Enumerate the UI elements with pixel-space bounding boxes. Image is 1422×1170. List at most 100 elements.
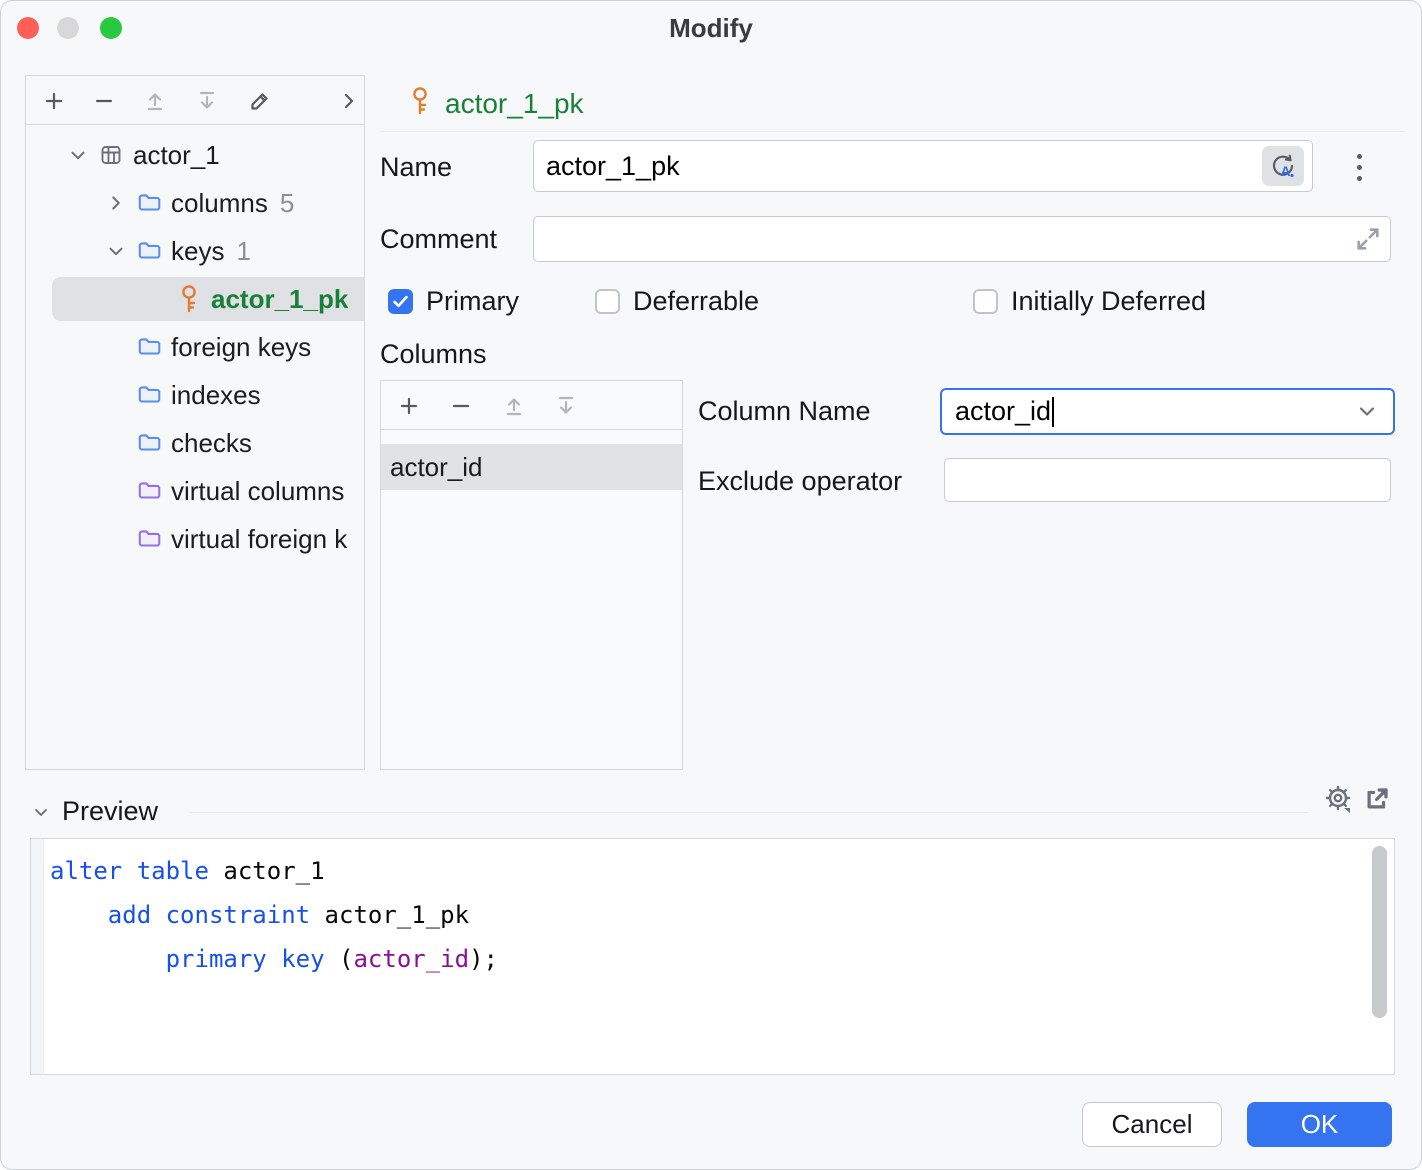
modify-dialog: Modify actor_1columns 5 keys1 actor_1_pkfor… (0, 0, 1422, 1170)
preview-rule (190, 812, 1308, 813)
chevron-spacer (104, 431, 128, 455)
remove-button[interactable] (443, 389, 479, 423)
column-name-value: actor_id (955, 396, 1051, 427)
cancel-button[interactable]: Cancel (1082, 1102, 1222, 1147)
folder-blue-icon (136, 334, 162, 360)
chevron-spacer (104, 335, 128, 359)
move-down-icon (554, 394, 578, 418)
move-down-button[interactable] (548, 389, 584, 423)
tree-item-label: actor_1 (133, 140, 220, 171)
checkbox-checked-icon[interactable] (388, 289, 413, 314)
comment-label: Comment (380, 224, 497, 255)
exclude-operator-input[interactable] (944, 458, 1391, 502)
tree-item-label: actor_1_pk (211, 284, 348, 315)
move-up-button[interactable] (496, 389, 532, 423)
folder-blue-icon (136, 382, 162, 408)
move-down-button[interactable] (189, 84, 225, 118)
sql-code-line: alter table actor_1 (50, 849, 498, 893)
object-tree: actor_1columns 5 keys1 actor_1_pkforeign ke… (26, 131, 364, 769)
columns-list-item[interactable]: actor_id (381, 444, 682, 490)
checkbox-label: Primary (426, 286, 519, 317)
tree-item-label: checks (171, 428, 252, 459)
header-separator (380, 131, 1406, 132)
comment-field-wrap (533, 216, 1391, 262)
minus-icon (92, 89, 116, 113)
gear-settings-icon[interactable] (1322, 784, 1356, 818)
checkbox-row: Primary Deferrable Initially Deferred (380, 286, 1406, 322)
edit-button[interactable] (242, 84, 278, 118)
tree-item-virtual-columns[interactable]: virtual columns (26, 467, 364, 515)
key-icon (176, 286, 202, 312)
tree-item-label: columns (171, 188, 268, 219)
tree-item-label: indexes (171, 380, 261, 411)
more-button[interactable] (331, 84, 367, 118)
plus-icon (397, 394, 421, 418)
tree-toolbar (26, 76, 364, 125)
object-tree-panel: actor_1columns 5 keys1 actor_1_pkforeign ke… (25, 75, 365, 770)
name-input[interactable] (533, 140, 1313, 192)
sql-code: alter table actor_1 add constraint actor… (50, 849, 498, 981)
checkbox-unchecked-icon[interactable] (973, 289, 998, 314)
sql-preview-editor[interactable]: alter table actor_1 add constraint actor… (30, 838, 1395, 1075)
table-icon (98, 142, 124, 168)
pencil-icon (248, 89, 272, 113)
checkbox-initially-deferred[interactable]: Initially Deferred (973, 286, 1206, 317)
columns-toolbar (381, 381, 682, 430)
column-name-label: Column Name (698, 396, 871, 427)
minus-icon (449, 394, 473, 418)
open-in-editor-icon[interactable] (1360, 785, 1392, 817)
move-up-icon (143, 89, 167, 113)
folder-purple-icon (136, 478, 162, 504)
tree-item-actor_1_pk[interactable]: actor_1_pk (26, 275, 364, 323)
preview-label: Preview (62, 796, 158, 827)
checkbox-primary[interactable]: Primary (388, 286, 519, 317)
rename-refactor-button[interactable]: A (1262, 146, 1304, 186)
columns-list: actor_id (381, 431, 682, 769)
key-icon (408, 86, 432, 121)
window-title: Modify (0, 13, 1422, 44)
ok-button[interactable]: OK (1247, 1102, 1392, 1147)
tree-item-label: virtual columns (171, 476, 344, 507)
folder-blue-icon (136, 238, 162, 264)
chevron-down-icon[interactable] (104, 239, 128, 263)
columns-panel: actor_id (380, 380, 683, 770)
tree-item-columns[interactable]: columns 5 (26, 179, 364, 227)
move-down-icon (195, 89, 219, 113)
scrollbar-thumb[interactable] (1372, 846, 1387, 1018)
editor-gutter (31, 839, 44, 1074)
text-cursor (1052, 397, 1054, 427)
checkbox-unchecked-icon[interactable] (595, 289, 620, 314)
object-title: actor_1_pk (445, 88, 584, 120)
folder-purple-icon (136, 526, 162, 552)
checkbox-label: Deferrable (633, 286, 759, 317)
tree-item-count: 5 (280, 188, 294, 219)
sql-code-line: primary key (actor_id); (50, 937, 498, 981)
sql-code-line: add constraint actor_1_pk (50, 893, 498, 937)
column-name-combobox[interactable]: actor_id (940, 388, 1395, 435)
chevron-down-icon[interactable] (1355, 399, 1381, 425)
plus-icon (42, 89, 66, 113)
tree-item-checks[interactable]: checks (26, 419, 364, 467)
tree-item-indexes[interactable]: indexes (26, 371, 364, 419)
exclude-operator-label: Exclude operator (698, 466, 902, 497)
tree-item-actor_1[interactable]: actor_1 (26, 131, 364, 179)
add-button[interactable] (36, 84, 72, 118)
checkbox-deferrable[interactable]: Deferrable (595, 286, 759, 317)
folder-blue-icon (136, 190, 162, 216)
comment-input[interactable] (534, 217, 1390, 261)
move-up-icon (502, 394, 526, 418)
tree-item-foreign-keys[interactable]: foreign keys (26, 323, 364, 371)
chevron-spacer (104, 527, 128, 551)
tree-item-virtual-foreign-k[interactable]: virtual foreign k (26, 515, 364, 563)
tree-item-label: keys (171, 236, 224, 267)
move-up-button[interactable] (137, 84, 173, 118)
expand-editor-icon[interactable] (1354, 225, 1382, 253)
preview-collapse-chevron-icon[interactable] (30, 802, 52, 824)
chevron-right-icon[interactable] (104, 191, 128, 215)
add-button[interactable] (391, 389, 427, 423)
chevron-spacer (104, 479, 128, 503)
tree-item-keys[interactable]: keys1 (26, 227, 364, 275)
kebab-menu-button[interactable] (1348, 147, 1370, 187)
chevron-down-icon[interactable] (66, 143, 90, 167)
remove-button[interactable] (86, 84, 122, 118)
